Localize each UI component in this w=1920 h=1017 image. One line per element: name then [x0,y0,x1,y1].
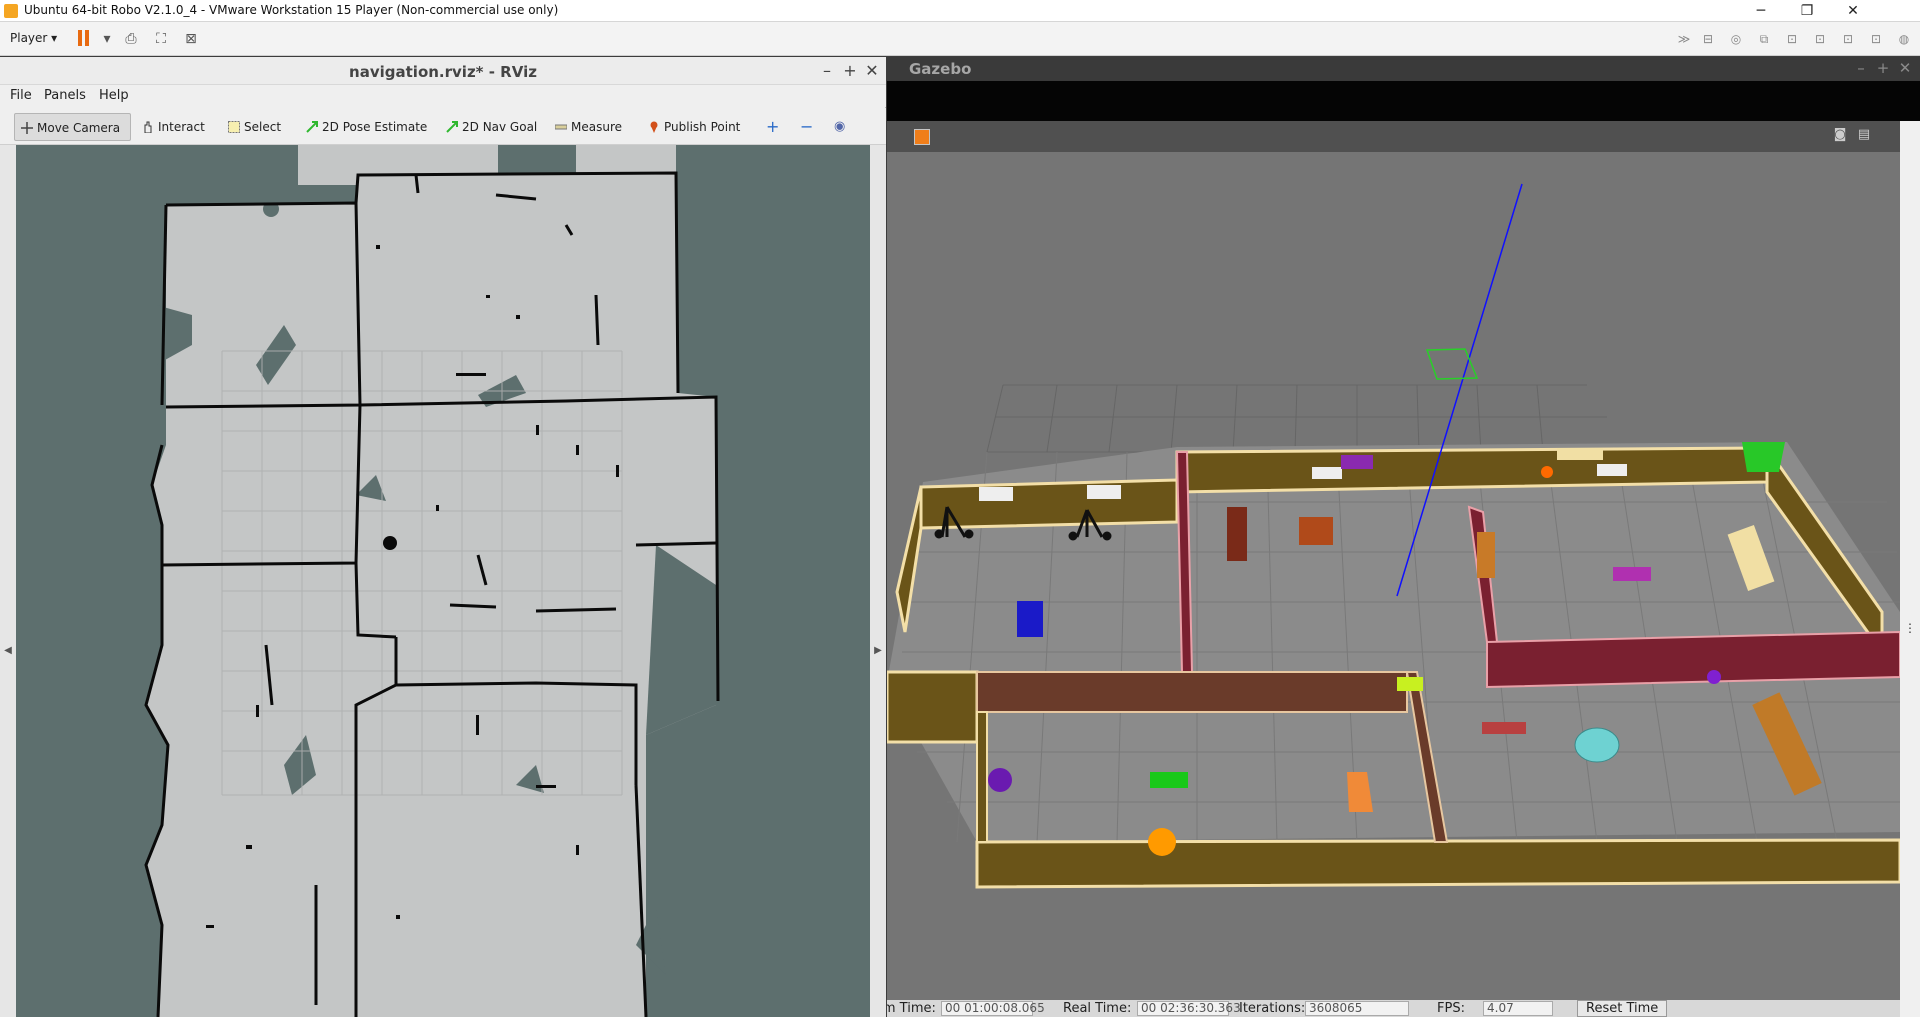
fps-value: 4.07 [1483,1001,1553,1016]
menu-panels[interactable]: Panels [44,88,86,103]
add-tool-button[interactable]: + [762,113,780,141]
pause-icon[interactable] [78,30,90,46]
plus-icon: + [766,117,780,136]
menu-file[interactable]: File [10,88,32,103]
maximize-icon[interactable]: + [1873,59,1893,77]
minimize-button[interactable]: ─ [1738,0,1784,22]
reset-time-button[interactable]: Reset Time [1577,1000,1668,1017]
player-menu[interactable]: Player ▾ [10,31,57,45]
sim-time-value: 00 01:00:08.065 [941,1001,1045,1016]
network-icon[interactable]: ⧉ [1756,31,1772,47]
expand-right-icon: ▶ [874,645,882,656]
usb-icon[interactable]: ⊡ [1784,31,1800,47]
select-button[interactable]: Select [222,113,281,141]
vm-title-bar: Ubuntu 64-bit Robo V2.1.0_4 - VMware Wor… [0,0,1920,22]
gazebo-menu-area [887,81,1920,121]
ruler-icon [555,124,567,130]
vm-toolbar: Player ▾ ▾ ⎙ ⛶ ⊠ ≫ ⊟ ◎ ⧉ ⊡ ⊡ ⊡ ⊡ ◍ [0,22,1920,56]
close-icon[interactable]: ✕ [862,61,882,81]
unity-mode-icon[interactable]: ⊠ [182,30,200,48]
move-camera-label: Move Camera [37,121,121,135]
box-shape-icon[interactable] [914,129,930,145]
log-icon[interactable]: ▤ [1854,127,1874,145]
message-icon[interactable]: ◍ [1896,31,1912,47]
display-icon[interactable]: ⊡ [1868,31,1884,47]
sound-icon[interactable]: ⊡ [1812,31,1828,47]
interact-button[interactable]: Interact [136,113,205,141]
chevron-down-icon: ▾ [51,31,58,45]
close-button[interactable]: ✕ [1830,0,1876,22]
menu-dots-icon: ⋮ [1904,621,1916,635]
fps-label: FPS: [1437,1001,1465,1016]
measure-button[interactable]: Measure [549,113,622,141]
nav-goal-button[interactable]: 2D Nav Goal [440,113,537,141]
menu-help[interactable]: Help [99,88,129,103]
left-panel-handle[interactable]: ◀ [0,145,16,1017]
eye-icon: ◉ [834,119,846,134]
pin-icon [650,121,658,133]
rviz-window: navigation.rviz* - RViz – + ✕ File Panel… [0,57,886,1017]
nav-goal-label: 2D Nav Goal [462,120,538,134]
green-arrow-icon [446,121,458,133]
rviz-title-bar: navigation.rviz* - RViz – + ✕ [0,57,886,85]
minimize-icon[interactable]: – [1851,59,1871,77]
maximize-icon[interactable]: + [840,61,860,81]
move-camera-icon [21,122,33,134]
sim-time-label: Sim Time: [887,1001,936,1016]
removable-devices-icon[interactable]: ⊟ [1700,31,1716,47]
more-icon[interactable]: ≫ [1676,31,1692,47]
publish-point-label: Publish Point [664,120,741,134]
gazebo-title: Gazebo [909,60,972,78]
iterations-value: 3608065 [1305,1001,1409,1016]
gazebo-window: Gazebo – + ✕ ◙ ▤ ⋮ m Time: 00 01:00:08.0… [887,57,1920,1017]
rviz-toolbar: Move Camera Interact Select 2D Pose Esti… [0,108,886,145]
real-time-value: 00 02:36:30.363 [1137,1001,1241,1016]
restore-button[interactable]: ❐ [1784,0,1830,22]
vm-window-title: Ubuntu 64-bit Robo V2.1.0_4 - VMware Wor… [24,3,559,17]
iterations-label: Iterations: [1239,1001,1306,1016]
rviz-3d-view[interactable] [16,145,870,1017]
select-label: Select [244,120,282,134]
gazebo-status-bar: Sim Time: 00 01:00:08.065 Real Time: 00 … [887,1000,1900,1017]
expand-left-icon: ◀ [4,645,12,656]
minimize-icon[interactable]: – [817,61,837,81]
printer-icon[interactable]: ⊡ [1840,31,1856,47]
fit-guest-icon[interactable]: ⛶ [152,30,170,48]
select-box-icon [228,121,240,133]
green-arrow-icon [306,121,318,133]
publish-point-button[interactable]: Publish Point [642,113,740,141]
gazebo-toolbar: ◙ ▤ [887,121,1900,152]
camera-icon[interactable]: ◙ [1830,127,1850,145]
interact-label: Interact [158,120,205,134]
vmware-logo-icon [4,4,18,18]
chevron-down-icon[interactable]: ▾ [98,30,116,48]
simulation-world [887,152,1900,1000]
move-camera-button[interactable]: Move Camera [14,113,132,141]
rviz-menubar: File Panels Help [0,85,886,107]
view-options-button[interactable]: ◉ [830,113,846,141]
measure-label: Measure [571,120,622,134]
occupancy-map [144,145,720,1017]
minus-icon: − [800,117,814,136]
gazebo-title-bar: Gazebo – + ✕ [887,57,1920,81]
cd-icon[interactable]: ◎ [1728,31,1744,47]
close-icon[interactable]: ✕ [1895,59,1915,77]
rviz-title: navigation.rviz* - RViz [349,63,537,81]
pose-estimate-button[interactable]: 2D Pose Estimate [300,113,427,141]
real-time-label: Real Time: [1063,1001,1132,1016]
player-menu-label: Player [10,31,48,45]
hand-icon [144,121,152,133]
gazebo-3d-scene[interactable] [887,152,1900,1000]
right-panel-handle[interactable]: ▶ [870,145,886,1017]
pose-estimate-label: 2D Pose Estimate [322,120,428,134]
gazebo-side-handle[interactable]: ⋮ [1900,121,1920,1017]
send-ctrl-alt-del-icon[interactable]: ⎙ [122,30,140,48]
remove-tool-button[interactable]: − [796,113,814,141]
